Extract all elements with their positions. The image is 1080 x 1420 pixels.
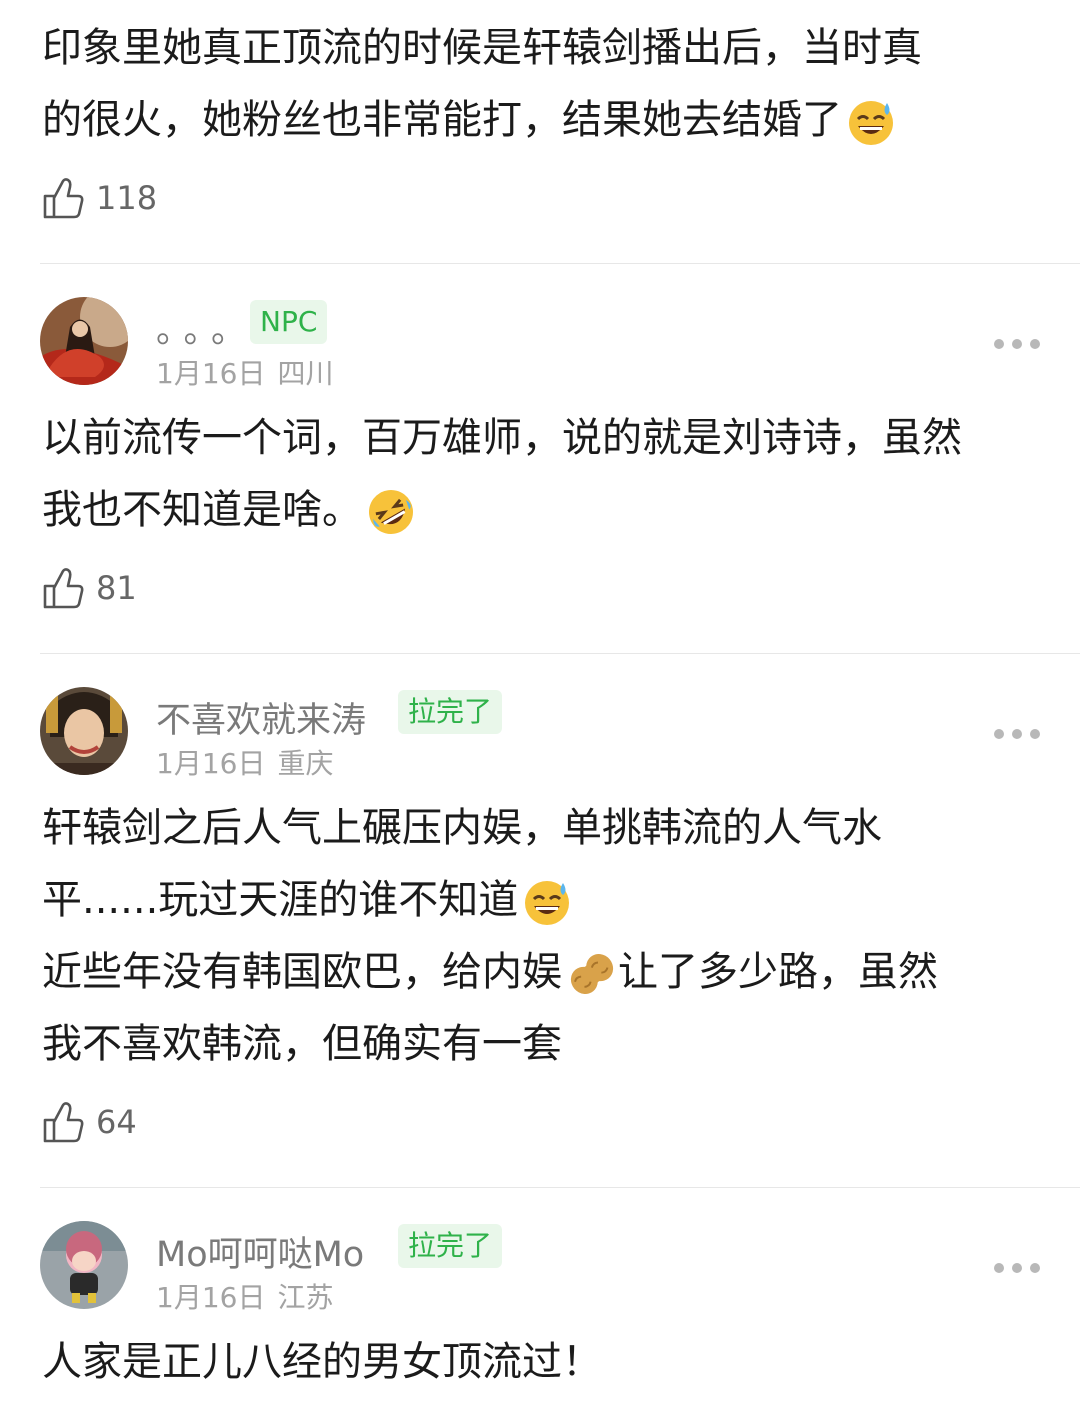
rofl-emoji — [369, 490, 413, 534]
peanut-emoji — [570, 953, 614, 995]
sweat-smile-emoji — [849, 101, 893, 145]
like-count: 81 — [96, 569, 137, 607]
comment-item: 。。。 NPC 1月16日 四川 以前流传一个词，百万雄师，说的就是刘诗诗，虽然 … — [0, 264, 1080, 654]
comment-text: 以前流传一个词，百万雄师，说的就是刘诗诗，虽然 我也不知道是啥。 — [42, 402, 1042, 546]
like-count: 64 — [96, 1103, 137, 1141]
comment-text-line: 以前流传一个词，百万雄师，说的就是刘诗诗，虽然 — [42, 415, 962, 461]
comment-date: 1月16日 — [156, 1281, 266, 1314]
more-dots-icon — [994, 729, 1004, 739]
avatar[interactable] — [40, 297, 128, 385]
comment-text-line: 印象里她真正顶流的时候是轩辕剑播出后，当时真 — [42, 25, 922, 71]
thumbs-up-icon — [43, 568, 84, 609]
username[interactable]: Mo呵呵哒Mo — [156, 1226, 364, 1277]
comment-date: 1月16日 — [156, 357, 266, 390]
username[interactable]: 不喜欢就来涛 — [156, 692, 366, 743]
comment-location: 江苏 — [277, 1281, 334, 1314]
comment-date: 1月16日 — [156, 747, 266, 780]
comment-text: 人家是正儿八经的男女顶流过！ — [42, 1326, 1042, 1398]
more-dots-icon — [994, 339, 1004, 349]
comment-meta: 1月16日 江苏 — [156, 1276, 333, 1316]
comment-text-line: 的很火，她粉丝也非常能打，结果她去结婚了 — [42, 97, 842, 143]
sweat-smile-emoji — [525, 881, 570, 925]
like-button[interactable]: 81 — [42, 566, 137, 610]
comment-item: Mo呵呵哒Mo 拉完了 1月16日 江苏 人家是正儿八经的男女顶流过！ — [0, 1188, 1080, 1420]
thumbs-up-icon — [43, 178, 84, 219]
username[interactable]: 。。。 — [156, 302, 256, 353]
comment-text-line: 人家是正儿八经的男女顶流过！ — [42, 1339, 602, 1385]
comment-location: 重庆 — [277, 747, 334, 780]
comment-text-line: 近些年没有韩国欧巴，给内娱 — [42, 949, 562, 995]
like-button[interactable]: 118 — [42, 176, 157, 220]
comment-item: 印象里她真正顶流的时候是轩辕剑播出后，当时真 的很火，她粉丝也非常能打，结果她去… — [0, 0, 1080, 264]
user-badge: 拉完了 — [398, 690, 503, 734]
avatar[interactable] — [40, 687, 128, 775]
comment-text: 印象里她真正顶流的时候是轩辕剑播出后，当时真 的很火，她粉丝也非常能打，结果她去… — [42, 12, 1042, 156]
more-options-button[interactable] — [994, 1262, 1040, 1274]
user-badge: NPC — [250, 300, 328, 344]
avatar[interactable] — [40, 1221, 128, 1309]
comment-meta: 1月16日 四川 — [156, 352, 333, 392]
comment-text-line: 我也不知道是啥。 — [42, 487, 362, 533]
user-badge: 拉完了 — [398, 1224, 503, 1268]
more-options-button[interactable] — [994, 728, 1040, 740]
comment-item: 不喜欢就来涛 拉完了 1月16日 重庆 轩辕剑之后人气上碾压内娱，单挑韩流的人气水… — [0, 654, 1080, 1188]
comment-text-line: 我不喜欢韩流，但确实有一套 — [42, 1021, 562, 1067]
thumbs-up-icon — [43, 1102, 84, 1143]
comment-location: 四川 — [277, 357, 334, 390]
more-options-button[interactable] — [994, 338, 1040, 350]
comment-text-line: 平......玩过天涯的谁不知道 — [42, 877, 519, 923]
comment-text: 轩辕剑之后人气上碾压内娱，单挑韩流的人气水 平......玩过天涯的谁不知道 近… — [42, 792, 1042, 1080]
comment-text-line: 让了多少路，虽然 — [618, 949, 938, 995]
like-button[interactable]: 64 — [42, 1100, 137, 1144]
comment-text-line: 轩辕剑之后人气上碾压内娱，单挑韩流的人气水 — [42, 805, 882, 851]
comment-meta: 1月16日 重庆 — [156, 742, 333, 782]
like-count: 118 — [96, 179, 158, 217]
more-dots-icon — [994, 1263, 1004, 1273]
